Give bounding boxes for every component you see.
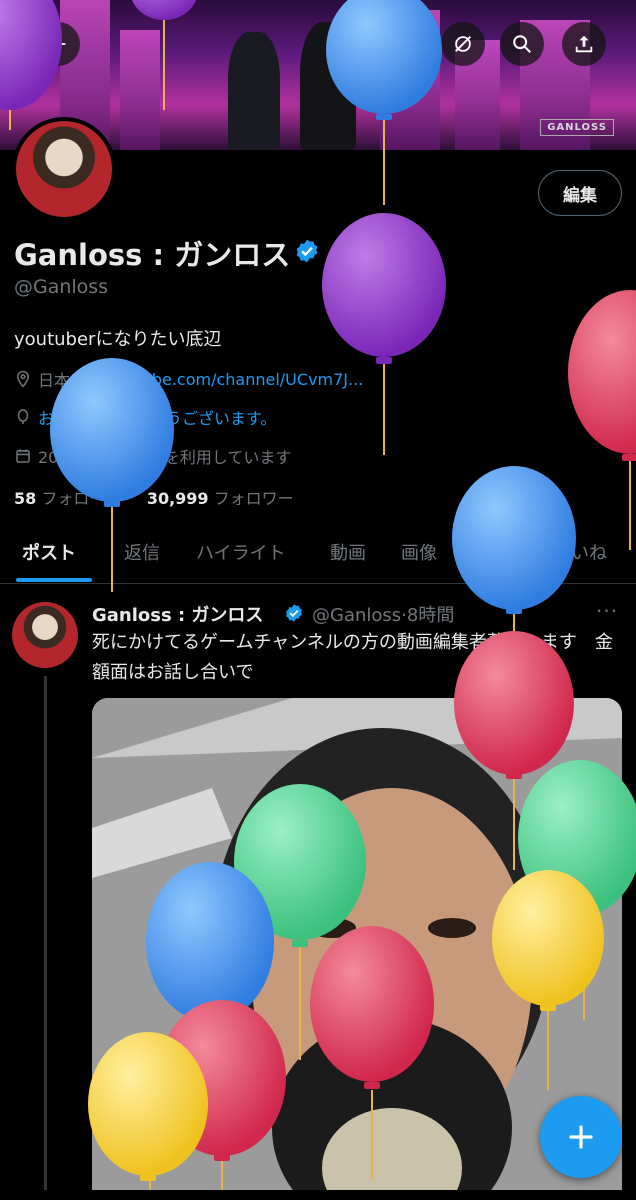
tab-highlights[interactable]: ハイライト — [196, 539, 286, 565]
share-button[interactable] — [562, 22, 606, 66]
balloon-icon — [17, 409, 29, 425]
profile-handle: @Ganloss — [14, 276, 109, 298]
banner-stamp: GANLOSS — [540, 119, 614, 136]
followers-count: 30,999 — [146, 489, 209, 508]
tab-posts[interactable]: ポスト — [22, 539, 76, 565]
tab-videos[interactable]: 動画 — [330, 539, 366, 565]
post-avatar[interactable] — [12, 602, 78, 668]
back-button[interactable] — [36, 22, 80, 66]
thread-line — [44, 676, 47, 1200]
display-name: Ganloss : ガンロス — [14, 238, 291, 272]
edit-profile-button[interactable]: 編集 — [538, 170, 622, 216]
tab-likes[interactable]: いいね — [553, 539, 607, 565]
back-arrow-icon — [50, 36, 66, 52]
follow-stats: 58 フォロー中 30,999 フォロワー — [14, 485, 294, 509]
compose-plus-icon — [569, 1125, 593, 1149]
share-icon — [575, 35, 593, 53]
verified-badge-icon — [286, 604, 302, 622]
profile-bio: youtuberになりたい底辺 — [14, 329, 222, 350]
birthday-message[interactable]: お誕生日おめでとうございます。 — [38, 405, 276, 429]
post-text: 死にかけてるゲームチャンネルの方の動画編集者募集します 金額面はお話し合いで — [92, 632, 613, 683]
search-button[interactable] — [500, 22, 544, 66]
profile-location: 日本 — [38, 371, 71, 390]
active-tab-indicator — [16, 578, 92, 582]
bottom-edge — [0, 1190, 636, 1200]
location-pin-icon — [16, 370, 30, 388]
more-dots-icon[interactable]: ··· — [596, 599, 618, 623]
post-author-name[interactable]: Ganloss : ガンロス — [92, 601, 263, 627]
tab-images[interactable]: 画像 — [401, 539, 437, 565]
verified-badge-icon[interactable] — [294, 238, 320, 264]
following-link[interactable]: 58 フォロー中 — [14, 489, 121, 508]
following-count: 58 — [14, 489, 37, 508]
link-icon — [84, 372, 98, 386]
profile-avatar[interactable] — [12, 117, 116, 221]
profile-tabs: ポスト 返信 ハイライト 動画 画像 記事 いいね — [0, 525, 636, 584]
post-time: 8時間 — [406, 605, 455, 626]
post-handle: @Ganloss — [312, 605, 402, 626]
following-label: フォロー中 — [41, 489, 122, 508]
grok-icon — [455, 36, 471, 52]
search-icon — [513, 35, 531, 53]
tab-articles[interactable]: 記事 — [474, 539, 510, 565]
followers-link[interactable]: 30,999 フォロワー — [147, 489, 294, 508]
profile-website-link[interactable]: youtube.com/channel/UCvm7J... — [106, 370, 363, 389]
balloon-icon — [322, 213, 446, 455]
compose-button[interactable] — [540, 1096, 622, 1178]
followers-label: フォロワー — [213, 489, 294, 508]
tab-replies[interactable]: 返信 — [124, 539, 160, 565]
post-handle-time: @Ganloss·8時間 — [312, 605, 455, 626]
joined-date: 2017年2月からXを利用しています — [38, 448, 292, 467]
balloon-icon — [568, 290, 636, 550]
calendar-icon — [16, 449, 30, 463]
grok-button[interactable] — [441, 22, 485, 66]
